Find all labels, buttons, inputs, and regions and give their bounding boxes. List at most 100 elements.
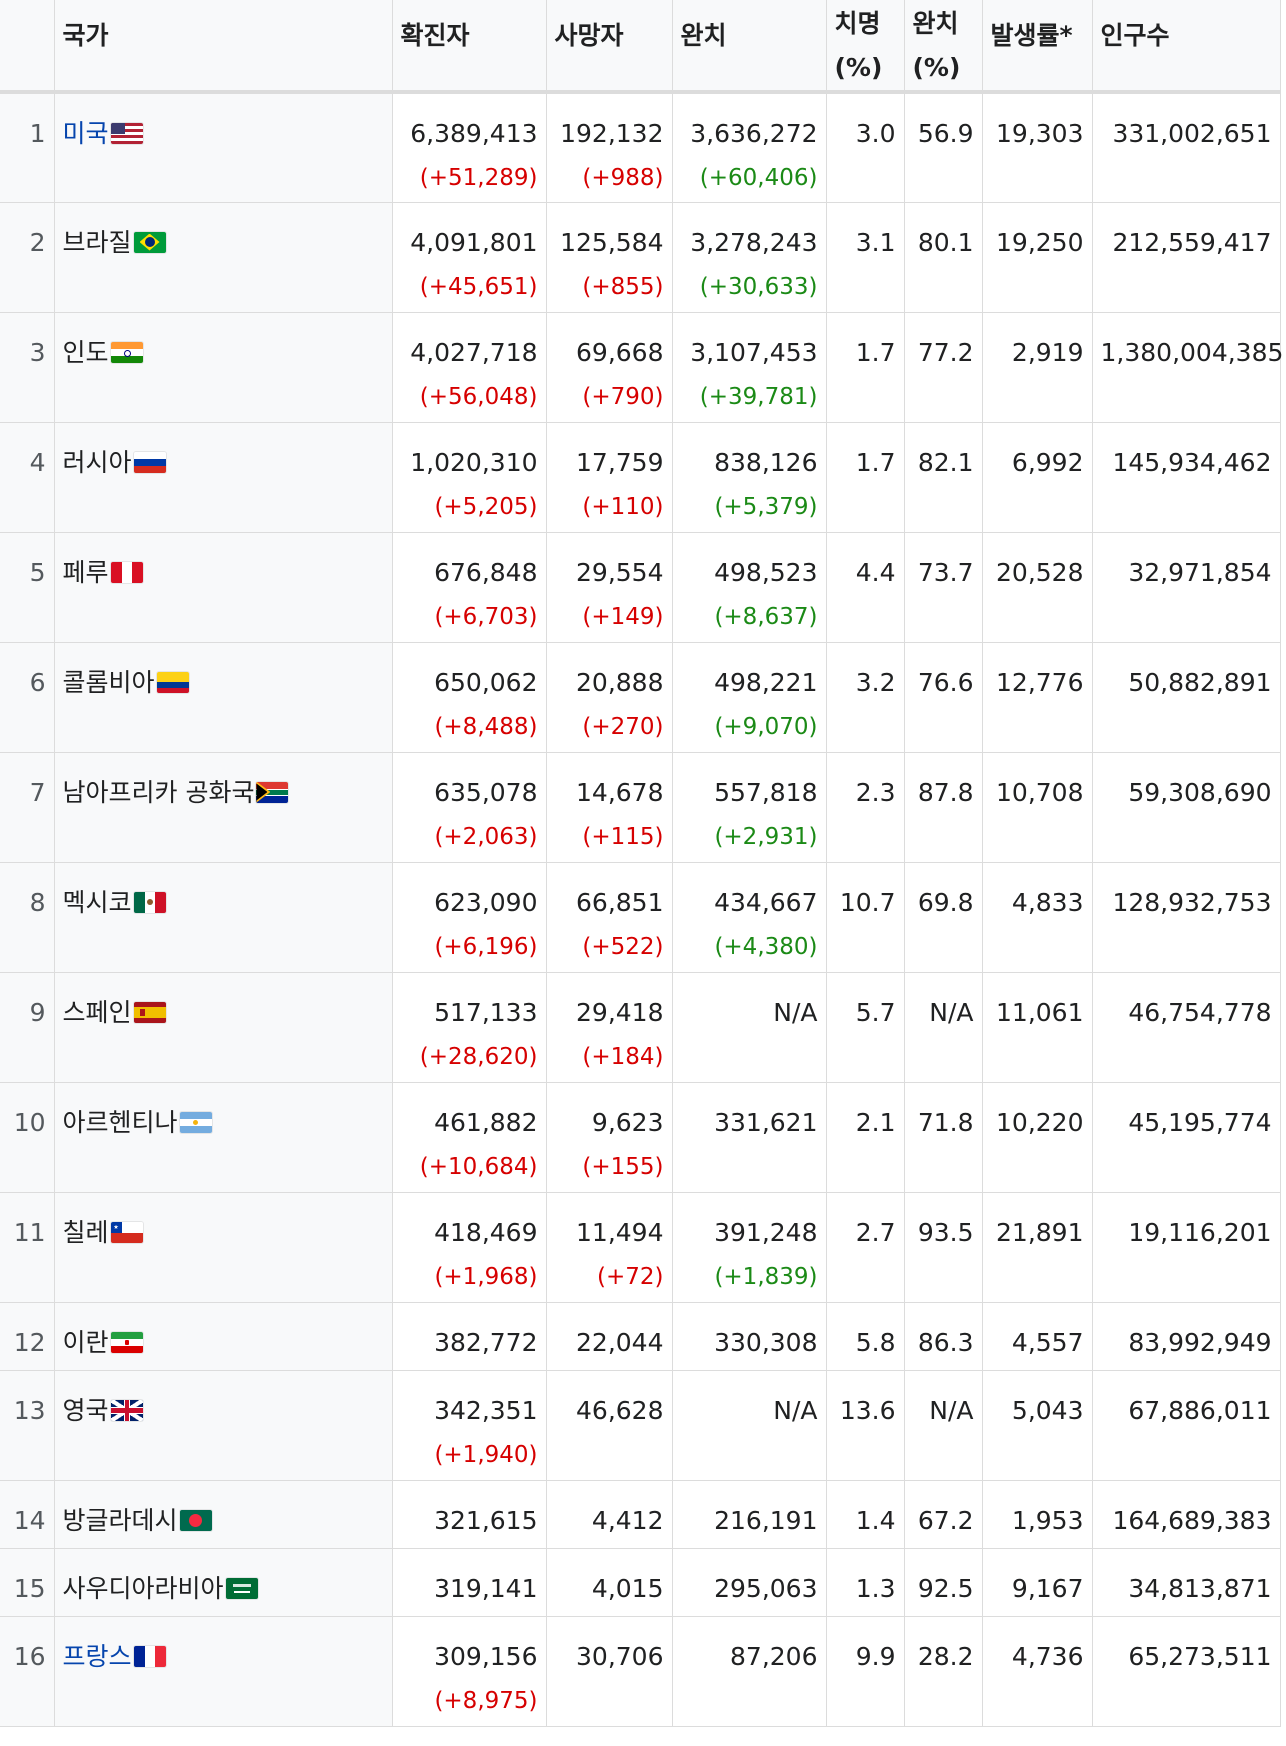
us-flag-icon [110,123,143,144]
country-cell: 이란 [54,1302,393,1371]
fatality-rate-cell: 3.1 [826,202,905,313]
confirmed-delta: (+8,975) [434,1687,538,1714]
recovered-delta: (+1,839) [714,1263,818,1290]
recovered-delta: (+9,070) [714,713,818,740]
confirmed-header[interactable]: 확진자 [392,0,547,94]
deaths-value: 125,584 [560,227,664,257]
country-name: 아르헨티나 [62,1107,178,1137]
fatality-rate-value: 1.7 [855,337,896,367]
country-name: 영국 [62,1395,109,1425]
deaths-value: 69,668 [576,337,664,367]
co-flag-icon [156,671,189,693]
recovered-value: 557,818 [714,777,818,807]
deaths-delta: (+110) [582,493,664,520]
incidence-cell: 21,891 [982,1192,1093,1303]
gb-flag-icon [110,1399,143,1421]
country-name[interactable]: 미국 [63,119,109,148]
recovery-rate-cell: 73.7 [904,532,983,643]
in-flag-icon [110,341,143,363]
recovered-header[interactable]: 완치 [672,0,827,94]
recovery-rate-value: 28.2 [917,1641,974,1671]
recovery-rate-header-line1: 완치 [912,9,959,38]
table-row: 5 페루 676,848 (+6,703) 29,554 (+149) 498,523 (+8… [0,532,1281,643]
recovered-value: 391,248 [714,1217,818,1247]
confirmed-cell: 382,772 [392,1302,547,1371]
deaths-delta: (+115) [582,823,664,850]
recovery-rate-header[interactable]: 완치 (%) [904,0,983,94]
deaths-delta: (+149) [582,603,664,630]
rank-value: 11 [13,1217,46,1247]
table-row: 4 러시아 1,020,310 (+5,205) 17,759 (+110) 838,126… [0,422,1281,533]
incidence-cell: 4,557 [982,1302,1093,1371]
incidence-header[interactable]: 발생률* [982,0,1093,94]
population-cell: 46,754,778 [1092,972,1281,1083]
deaths-value: 29,418 [576,997,664,1027]
country-cell[interactable]: 미국 [54,92,393,203]
recovered-cell: 838,126 (+5,379) [672,422,827,533]
recovery-rate-value: 69.8 [917,887,974,917]
population-value: 67,886,011 [1128,1395,1272,1425]
population-value: 50,882,891 [1128,667,1272,697]
recovered-cell: 3,278,243 (+30,633) [672,202,827,313]
country-cell: 영국 [54,1370,393,1481]
confirmed-value: 461,882 [434,1107,538,1137]
deaths-value: 11,494 [576,1217,664,1247]
incidence-value: 9,167 [1011,1573,1084,1603]
country-name: 남아프리카 공화국 [62,777,255,807]
population-cell: 19,116,201 [1092,1192,1281,1303]
country-cell[interactable]: 프랑스 [54,1616,393,1727]
deaths-value: 46,628 [576,1395,664,1425]
ir-flag-icon [110,1331,143,1353]
deaths-cell: 20,888 (+270) [546,642,673,753]
country-name: 스페인 [62,997,132,1027]
population-value: 65,273,511 [1128,1641,1272,1671]
country-name[interactable]: 프랑스 [63,1642,132,1671]
population-cell: 34,813,871 [1092,1548,1281,1617]
za-flag-icon [256,781,289,803]
rank-cell: 13 [0,1370,55,1481]
country-header[interactable]: 국가 [54,0,393,94]
deaths-delta: (+72) [597,1263,664,1290]
rank-value: 8 [29,887,46,917]
confirmed-value: 319,141 [434,1573,538,1603]
country-name: 브라질 [62,227,132,257]
incidence-value: 19,250 [996,227,1084,257]
ar-flag-icon [179,1111,212,1133]
incidence-value: 10,708 [996,777,1084,807]
recovered-value: 87,206 [730,1641,818,1671]
recovered-delta: (+2,931) [714,823,818,850]
confirmed-delta: (+56,048) [419,383,538,410]
table-row: 15 사우디아라비아 319,141 4,015 295,063 1.3 92.5 9,167… [0,1548,1281,1617]
deaths-cell: 22,044 [546,1302,673,1371]
deaths-header[interactable]: 사망자 [546,0,673,94]
recovery-rate-value: 80.1 [917,227,974,257]
rank-cell: 10 [0,1082,55,1193]
fatality-rate-cell: 4.4 [826,532,905,643]
population-value: 32,971,854 [1128,557,1272,587]
population-header[interactable]: 인구수 [1092,0,1281,94]
country-name: 러시아 [62,447,132,477]
recovered-value: 216,191 [714,1505,818,1535]
incidence-cell: 12,776 [982,642,1093,753]
recovery-rate-cell: 82.1 [904,422,983,533]
confirmed-cell: 517,133 (+28,620) [392,972,547,1083]
country-cell: 러시아 [54,422,393,533]
recovered-value: 434,667 [714,887,818,917]
fatality-rate-cell: 13.6 [826,1370,905,1481]
deaths-cell: 69,668 (+790) [546,312,673,423]
recovered-cell: 391,248 (+1,839) [672,1192,827,1303]
deaths-value: 29,554 [576,557,664,587]
recovered-cell: 498,221 (+9,070) [672,642,827,753]
rank-cell: 4 [0,422,55,533]
table-row: 9 스페인 517,133 (+28,620) 29,418 (+184) N/A 5.7 N/… [0,972,1281,1083]
fatality-rate-header[interactable]: 치명 (%) [826,0,905,94]
recovered-cell: N/A [672,1370,827,1481]
fatality-rate-value: 1.4 [855,1505,896,1535]
incidence-cell: 1,953 [982,1480,1093,1549]
recovery-rate-cell: 92.5 [904,1548,983,1617]
deaths-value: 30,706 [576,1641,664,1671]
cl-flag-icon [110,1221,143,1243]
recovery-rate-value: 93.5 [917,1217,974,1247]
covid-stats-table: 국가 확진자 사망자 완치 치명 (%) 완치 (%) 발생률* 인구수 1 미국 6,… [0,0,1283,1727]
fatality-rate-value: 3.1 [855,227,896,257]
